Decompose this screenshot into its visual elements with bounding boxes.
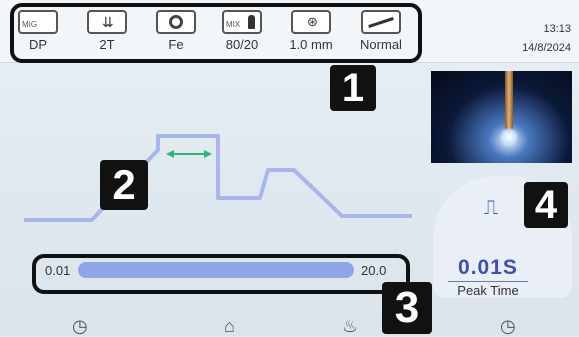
- callout-4: 4: [524, 182, 568, 228]
- peak-time-arrow-left-icon: [166, 150, 174, 158]
- waveform-line: [24, 134, 412, 222]
- callout-2: 2: [100, 160, 148, 210]
- welder-icon[interactable]: ♨: [342, 316, 358, 337]
- peak-time-icon: ⎍: [484, 197, 498, 219]
- parameter-divider: [448, 281, 528, 282]
- torch-tip: [505, 71, 513, 129]
- callout-1: 1: [330, 65, 376, 111]
- slider-callout-frame: [32, 254, 410, 294]
- parameter-label: Peak Time: [457, 283, 519, 298]
- welder-screen: MIG DP ⇊ 2T Fe MIX 80/20 ⊛ 1.0 mm Normal: [0, 0, 579, 336]
- parameter-value: 0.01S: [458, 256, 518, 279]
- pulse-waveform[interactable]: [0, 90, 430, 240]
- peak-time-arrow-right-icon: [204, 150, 212, 158]
- arc-glow: [499, 127, 519, 147]
- clock-time: 13:13: [543, 23, 571, 35]
- clock-date: 14/8/2024: [522, 42, 571, 54]
- home-icon[interactable]: ⌂: [224, 316, 235, 337]
- callout-3: 3: [382, 282, 432, 334]
- gauge-right-icon[interactable]: ◷: [500, 316, 516, 337]
- settings-callout-frame: [10, 3, 422, 63]
- weld-preview-image: [431, 71, 572, 163]
- gauge-icon[interactable]: ◷: [72, 316, 88, 337]
- clock: 13:13 14/8/2024: [522, 20, 571, 58]
